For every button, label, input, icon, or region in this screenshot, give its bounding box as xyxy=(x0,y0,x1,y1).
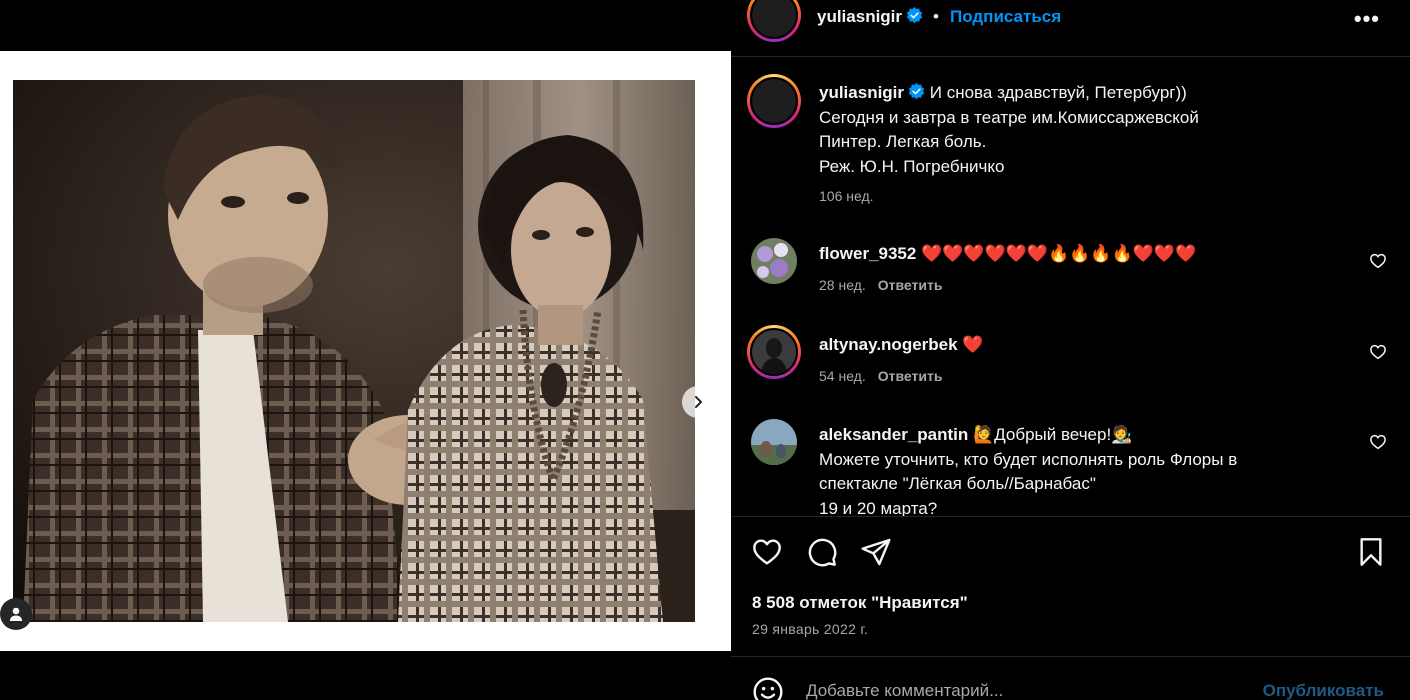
comment-input[interactable] xyxy=(806,681,1246,700)
reply-button[interactable]: Ответить xyxy=(878,368,943,384)
caption-line-3: Пинтер. Легкая боль. xyxy=(819,132,987,151)
theatre-photo-illustration xyxy=(13,80,695,622)
comment-body: altynay.nogerbek ❤️ xyxy=(819,333,1359,358)
post-side-panel: yuliasnigir • Подписаться ••• yuliasnigi… xyxy=(731,0,1410,700)
tagged-people-button[interactable] xyxy=(0,598,32,630)
commenter-avatar[interactable] xyxy=(747,325,801,379)
post-caption: yuliasnigir И снова здравствуй, Петербур… xyxy=(819,81,1379,179)
comment-timestamp[interactable]: 28 нед. xyxy=(819,277,866,293)
commenter-avatar[interactable] xyxy=(751,238,797,284)
save-bookmark-icon[interactable] xyxy=(1355,536,1387,568)
comment-text-line-2: Можете уточнить, кто будет исполнять рол… xyxy=(819,449,1238,469)
caption-line-1: И снова здравствуй, Петербург)) xyxy=(929,83,1187,102)
comment-text: ❤️❤️❤️❤️❤️❤️🔥🔥🔥🔥❤️❤️❤️ xyxy=(921,244,1197,263)
comment-text-line-4: 19 и 20 марта? xyxy=(819,498,938,517)
post-actions: 8 508 отметок "Нравится" 29 январь 2022 … xyxy=(731,516,1410,656)
chevron-right-icon xyxy=(695,396,702,408)
comment-bubble-icon[interactable] xyxy=(806,536,838,568)
portrait-avatar-image xyxy=(752,330,796,374)
comment-body: flower_9352 ❤️❤️❤️❤️❤️❤️🔥🔥🔥🔥❤️❤️❤️ xyxy=(819,242,1359,267)
commenter-username[interactable]: aleksander_pantin xyxy=(819,425,968,444)
comment-text: ❤️ xyxy=(962,335,984,354)
next-photo-button[interactable] xyxy=(682,386,714,418)
comment-like-heart-icon[interactable] xyxy=(1369,343,1387,361)
author-username[interactable]: yuliasnigir xyxy=(817,7,923,27)
photo-frame xyxy=(0,51,731,651)
author-username-text[interactable]: yuliasnigir xyxy=(817,7,902,26)
caption-line-2: Сегодня и завтра в театре им.Комиссаржев… xyxy=(819,107,1199,127)
comment-text-line-3: спектакле "Лёгкая боль//Барнабас" xyxy=(819,474,1096,493)
verified-badge-icon xyxy=(906,7,923,24)
reply-button[interactable]: Ответить xyxy=(878,277,943,293)
verified-badge-icon xyxy=(908,83,925,100)
caption-line-4: Реж. Ю.Н. Погребничко xyxy=(819,156,1005,176)
emoji-smiley-icon[interactable] xyxy=(752,676,784,700)
comment-meta: 54 нед. Ответить xyxy=(819,368,942,384)
comment-body: aleksander_pantin 🙋Добрый вечер!🧑‍🎨 Може… xyxy=(819,423,1359,516)
comment-like-heart-icon[interactable] xyxy=(1369,433,1387,451)
caption-username[interactable]: yuliasnigir xyxy=(819,83,904,102)
add-comment-bar: Опубликовать xyxy=(731,656,1410,700)
like-heart-icon[interactable] xyxy=(751,536,783,568)
commenter-avatar[interactable] xyxy=(751,419,797,465)
post-header: yuliasnigir • Подписаться ••• xyxy=(731,0,1410,57)
author-avatar[interactable] xyxy=(747,0,801,42)
comment-like-heart-icon[interactable] xyxy=(1369,252,1387,270)
more-options-icon[interactable]: ••• xyxy=(1354,6,1380,32)
follow-button[interactable]: Подписаться xyxy=(950,7,1061,27)
user-icon xyxy=(9,607,23,621)
caption-timestamp[interactable]: 106 нед. xyxy=(819,188,874,204)
publish-button[interactable]: Опубликовать xyxy=(1263,681,1384,700)
likes-count[interactable]: 8 508 отметок "Нравится" xyxy=(752,593,968,613)
comment-timestamp[interactable]: 54 нед. xyxy=(819,368,866,384)
flowers-avatar-image xyxy=(751,238,797,284)
separator-dot: • xyxy=(933,7,939,26)
post-media xyxy=(0,0,731,700)
share-paper-plane-icon[interactable] xyxy=(860,536,892,568)
caption-author-avatar[interactable] xyxy=(747,74,801,128)
landscape-avatar-image xyxy=(751,419,797,465)
comments-list[interactable]: yuliasnigir И снова здравствуй, Петербур… xyxy=(731,58,1410,516)
comment-meta: 28 нед. Ответить xyxy=(819,277,942,293)
commenter-username[interactable]: altynay.nogerbek xyxy=(819,335,958,354)
post-date[interactable]: 29 январь 2022 г. xyxy=(752,621,868,637)
post-photo[interactable] xyxy=(13,80,695,622)
comment-text-line-1: 🙋Добрый вечер!🧑‍🎨 xyxy=(973,425,1133,444)
commenter-username[interactable]: flower_9352 xyxy=(819,244,916,263)
